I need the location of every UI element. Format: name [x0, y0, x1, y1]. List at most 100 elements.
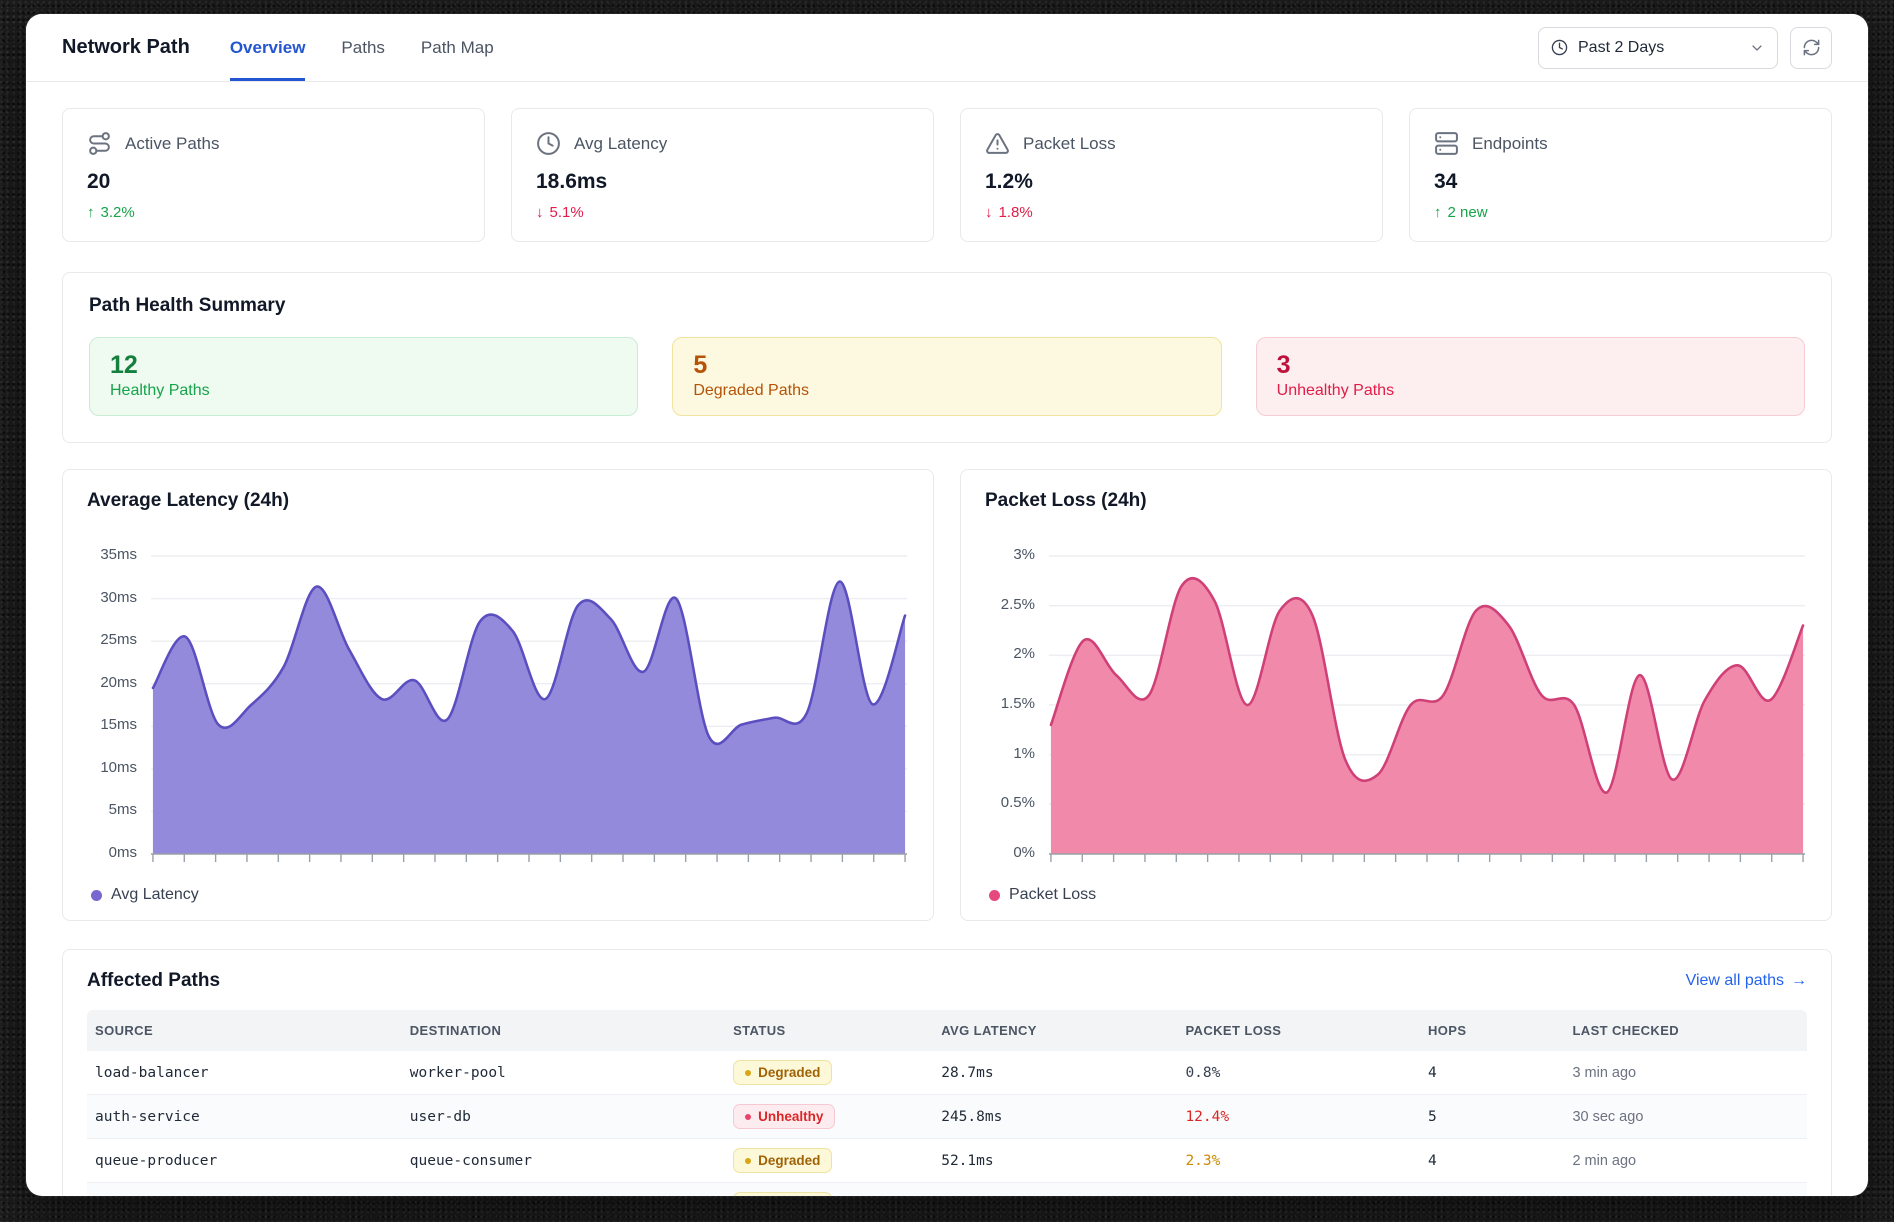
cell-destination: queue-consumer	[402, 1144, 725, 1178]
stat-label: Active Paths	[125, 134, 220, 154]
cell-last-checked: 45 sec ago	[1564, 1188, 1807, 1197]
cell-avg-latency: 52.1ms	[933, 1144, 1177, 1178]
chart-legend: Avg Latency	[87, 886, 909, 904]
cell-packet-loss: 1.5%	[1177, 1188, 1420, 1197]
status-badge: Degraded	[733, 1060, 832, 1085]
stat-value: 34	[1434, 170, 1807, 194]
status-dot-icon	[745, 1114, 751, 1120]
refresh-icon	[1802, 38, 1821, 57]
cell-avg-latency: 67.3ms	[933, 1188, 1177, 1197]
chart-title: Average Latency (24h)	[87, 490, 909, 512]
route-icon	[87, 131, 112, 156]
col-destination: DESTINATION	[402, 1010, 725, 1051]
stat-label: Packet Loss	[1023, 134, 1116, 154]
main-content: Active Paths 20 ↑ 3.2% Avg Latency 18.6m…	[26, 82, 1868, 1196]
stat-delta: ↑ 3.2%	[87, 204, 460, 221]
time-range-select[interactable]: Past 2 Days	[1538, 27, 1778, 69]
y-tick-label: 5ms	[109, 801, 137, 818]
chevron-down-icon	[1749, 40, 1765, 56]
status-dot-icon	[745, 1070, 751, 1076]
cell-last-checked: 30 sec ago	[1564, 1100, 1807, 1134]
unhealthy-count: 3	[1277, 351, 1784, 380]
stat-value: 1.2%	[985, 170, 1358, 194]
cell-avg-latency: 28.7ms	[933, 1056, 1177, 1090]
y-tick-label: 10ms	[100, 759, 137, 776]
cell-source: billing-service	[87, 1188, 402, 1197]
cell-last-checked: 3 min ago	[1564, 1056, 1807, 1090]
stat-card-endpoints: Endpoints 34 ↑ 2 new	[1409, 108, 1832, 242]
app-header: Network Path Overview Paths Path Map Pas…	[26, 14, 1868, 82]
stat-label: Avg Latency	[574, 134, 667, 154]
clock-icon	[536, 131, 561, 156]
stats-row: Active Paths 20 ↑ 3.2% Avg Latency 18.6m…	[62, 108, 1832, 242]
stat-card-packet-loss: Packet Loss 1.2% ↓ 1.8%	[960, 108, 1383, 242]
charts-row: Average Latency (24h) 35ms30ms25ms20ms15…	[62, 469, 1832, 921]
clock-icon	[1551, 39, 1568, 56]
table-row[interactable]: billing-servicepayment-gatewayDegraded67…	[87, 1183, 1807, 1196]
y-tick-label: 2.5%	[1001, 596, 1035, 613]
table-row[interactable]: queue-producerqueue-consumerDegraded52.1…	[87, 1139, 1807, 1183]
tab-overview[interactable]: Overview	[230, 14, 306, 81]
server-icon	[1434, 131, 1459, 156]
unhealthy-paths-box: 3 Unhealthy Paths	[1256, 337, 1805, 416]
table-title: Affected Paths	[87, 970, 220, 992]
legend-dot	[91, 890, 102, 901]
stat-delta: ↑ 2 new	[1434, 204, 1807, 221]
stat-card-active-paths: Active Paths 20 ↑ 3.2%	[62, 108, 485, 242]
cell-hops: 6	[1420, 1188, 1564, 1197]
col-last-checked: LAST CHECKED	[1564, 1010, 1807, 1051]
y-tick-label: 1%	[1013, 745, 1035, 762]
affected-paths-table: SOURCE DESTINATION STATUS AVG LATENCY PA…	[87, 1010, 1807, 1196]
table-header-row: SOURCE DESTINATION STATUS AVG LATENCY PA…	[87, 1010, 1807, 1051]
legend-dot	[989, 890, 1000, 901]
col-source: SOURCE	[87, 1010, 402, 1051]
y-tick-label: 20ms	[100, 674, 137, 691]
healthy-paths-box: 12 Healthy Paths	[89, 337, 638, 416]
degraded-paths-box: 5 Degraded Paths	[672, 337, 1221, 416]
cell-packet-loss: 2.3%	[1177, 1144, 1420, 1178]
cell-hops: 4	[1420, 1056, 1564, 1090]
cell-packet-loss: 12.4%	[1177, 1100, 1420, 1134]
time-range-value: Past 2 Days	[1578, 39, 1664, 57]
table-row[interactable]: load-balancerworker-poolDegraded28.7ms0.…	[87, 1051, 1807, 1095]
y-tick-label: 15ms	[100, 716, 137, 733]
col-avg-latency: AVG LATENCY	[933, 1010, 1177, 1051]
affected-paths-card: Affected Paths View all paths → SOURCE D…	[62, 949, 1832, 1196]
packet-loss-area-chart	[1047, 536, 1807, 876]
status-badge: Unhealthy	[733, 1104, 835, 1129]
cell-source: load-balancer	[87, 1056, 402, 1090]
tab-bar: Overview Paths Path Map	[230, 14, 494, 81]
refresh-button[interactable]	[1790, 27, 1832, 69]
arrow-up-icon: ↑	[87, 204, 95, 221]
view-all-paths-link[interactable]: View all paths →	[1686, 972, 1807, 990]
cell-destination: user-db	[402, 1100, 725, 1134]
latency-chart-card: Average Latency (24h) 35ms30ms25ms20ms15…	[62, 469, 934, 921]
chart-title: Packet Loss (24h)	[985, 490, 1807, 512]
status-badge: Degraded	[733, 1192, 832, 1196]
y-axis-labels: 3%2.5%2%1.5%1%0.5%0%	[985, 536, 1047, 876]
cell-status: Degraded	[725, 1139, 933, 1182]
y-tick-label: 0%	[1013, 844, 1035, 861]
healthy-label: Healthy Paths	[110, 382, 617, 400]
cell-destination: worker-pool	[402, 1056, 725, 1090]
y-tick-label: 3%	[1013, 546, 1035, 563]
legend-label: Packet Loss	[1009, 886, 1096, 904]
cell-source: queue-producer	[87, 1144, 402, 1178]
stat-label: Endpoints	[1472, 134, 1548, 154]
y-tick-label: 0ms	[109, 844, 137, 861]
col-packet-loss: PACKET LOSS	[1177, 1010, 1420, 1051]
legend-label: Avg Latency	[111, 886, 199, 904]
table-row[interactable]: auth-serviceuser-dbUnhealthy245.8ms12.4%…	[87, 1095, 1807, 1139]
summary-title: Path Health Summary	[89, 295, 1805, 317]
y-tick-label: 2%	[1013, 645, 1035, 662]
tab-path-map[interactable]: Path Map	[421, 14, 494, 81]
unhealthy-label: Unhealthy Paths	[1277, 382, 1784, 400]
y-tick-label: 30ms	[100, 589, 137, 606]
cell-status: Degraded	[725, 1051, 933, 1094]
cell-last-checked: 2 min ago	[1564, 1144, 1807, 1178]
tab-paths[interactable]: Paths	[341, 14, 384, 81]
degraded-label: Degraded Paths	[693, 382, 1200, 400]
app-window: Network Path Overview Paths Path Map Pas…	[26, 14, 1868, 1196]
status-dot-icon	[745, 1158, 751, 1164]
y-tick-label: 0.5%	[1001, 794, 1035, 811]
